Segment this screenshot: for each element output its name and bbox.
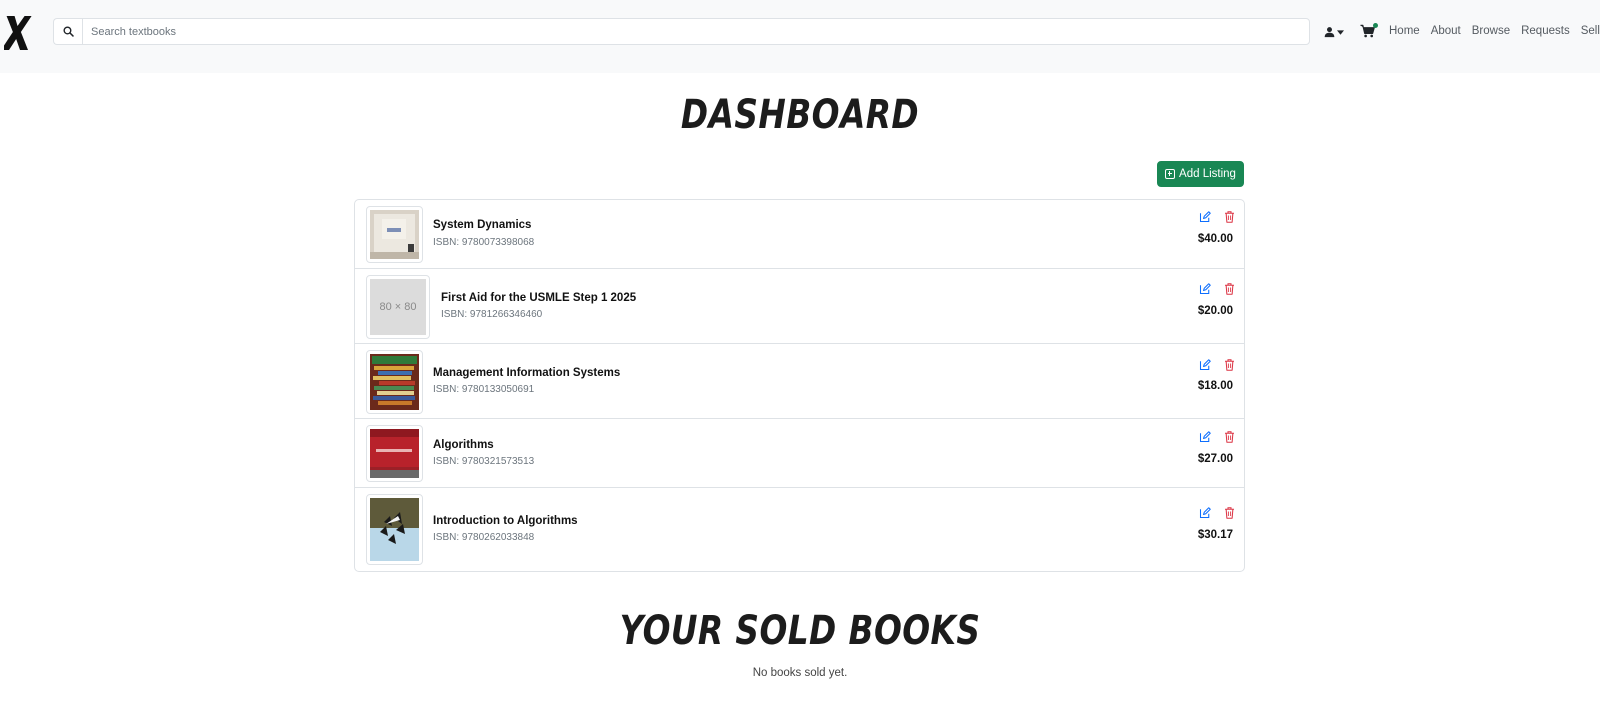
book-cover-placeholder: 80 × 80: [366, 275, 430, 339]
user-menu-dropdown[interactable]: [1324, 25, 1344, 39]
page-title: Dashboard: [680, 92, 920, 138]
book-cover-image: [366, 494, 423, 565]
listing-title: First Aid for the USMLE Step 1 2025: [441, 292, 637, 304]
listing-isbn: ISBN: 9780133050691: [433, 384, 535, 395]
nav-link-home[interactable]: Home: [1389, 25, 1420, 37]
book-cover-image: [366, 425, 423, 482]
nav-link-requests[interactable]: Requests: [1521, 25, 1570, 37]
listing-row: Introduction to Algorithms ISBN: 9780262…: [355, 488, 1244, 571]
nav-link-sell[interactable]: Sell: [1581, 25, 1600, 37]
listing-row: Management Information Systems ISBN: 978…: [355, 344, 1244, 419]
placeholder-label: 80 × 80: [370, 279, 426, 335]
listing-price: $40.00: [1197, 233, 1233, 245]
edit-icon[interactable]: [1197, 282, 1213, 296]
book-cover-image: [366, 206, 423, 263]
nav-links: Home About Browse Requests Sell: [1389, 25, 1600, 37]
listing-actions: [1197, 210, 1237, 224]
listing-row: Algorithms ISBN: 9780321573513 $27.00: [355, 419, 1244, 488]
listing-actions: [1197, 282, 1237, 296]
caret-down-icon: [1337, 29, 1344, 35]
nav-link-browse[interactable]: Browse: [1472, 25, 1510, 37]
sold-books-heading: Your Sold Books: [619, 608, 981, 654]
listing-isbn: ISBN: 9780262033848: [433, 532, 535, 543]
user-icon: [1324, 27, 1335, 38]
edit-icon[interactable]: [1197, 506, 1213, 520]
listing-title: Management Information Systems: [433, 367, 621, 379]
edit-icon[interactable]: [1197, 210, 1213, 224]
trash-icon[interactable]: [1221, 506, 1237, 520]
listing-price: $27.00: [1197, 453, 1233, 465]
navbar: Home About Browse Requests Sell: [0, 0, 1600, 73]
no-sold-message: No books sold yet.: [752, 667, 848, 679]
cart-button[interactable]: [1360, 23, 1378, 40]
listing-isbn: ISBN: 9781266346460: [441, 309, 543, 320]
listing-list: System Dynamics ISBN: 9780073398068 $40.…: [354, 199, 1245, 572]
book-cover-image: [366, 350, 423, 414]
trash-icon[interactable]: [1221, 210, 1237, 224]
edit-icon[interactable]: [1197, 358, 1213, 372]
add-listing-button[interactable]: Add Listing: [1157, 161, 1244, 187]
listing-price: $18.00: [1197, 380, 1233, 392]
search-input[interactable]: [82, 18, 1310, 45]
trash-icon[interactable]: [1221, 358, 1237, 372]
listing-isbn: ISBN: 9780073398068: [433, 237, 535, 248]
listing-actions: [1197, 430, 1237, 444]
listing-isbn: ISBN: 9780321573513: [433, 456, 535, 467]
plus-square-icon: [1165, 169, 1176, 179]
listing-row: 80 × 80 First Aid for the USMLE Step 1 2…: [355, 269, 1244, 344]
listing-title: System Dynamics: [433, 219, 532, 231]
nav-link-about[interactable]: About: [1431, 25, 1461, 37]
add-listing-label: Add Listing: [1179, 168, 1236, 180]
listing-price: $20.00: [1197, 305, 1233, 317]
search-bar: [53, 18, 1310, 45]
edit-icon[interactable]: [1197, 430, 1213, 444]
search-icon[interactable]: [53, 18, 82, 45]
listing-price: $30.17: [1197, 529, 1233, 541]
listing-actions: [1197, 506, 1237, 520]
site-logo[interactable]: [1, 12, 34, 54]
listing-row: System Dynamics ISBN: 9780073398068 $40.…: [355, 200, 1244, 269]
listing-actions: [1197, 358, 1237, 372]
listing-title: Introduction to Algorithms: [433, 515, 578, 527]
listing-title: Algorithms: [433, 439, 494, 451]
trash-icon[interactable]: [1221, 430, 1237, 444]
cart-notification-dot: [1373, 23, 1378, 28]
trash-icon[interactable]: [1221, 282, 1237, 296]
